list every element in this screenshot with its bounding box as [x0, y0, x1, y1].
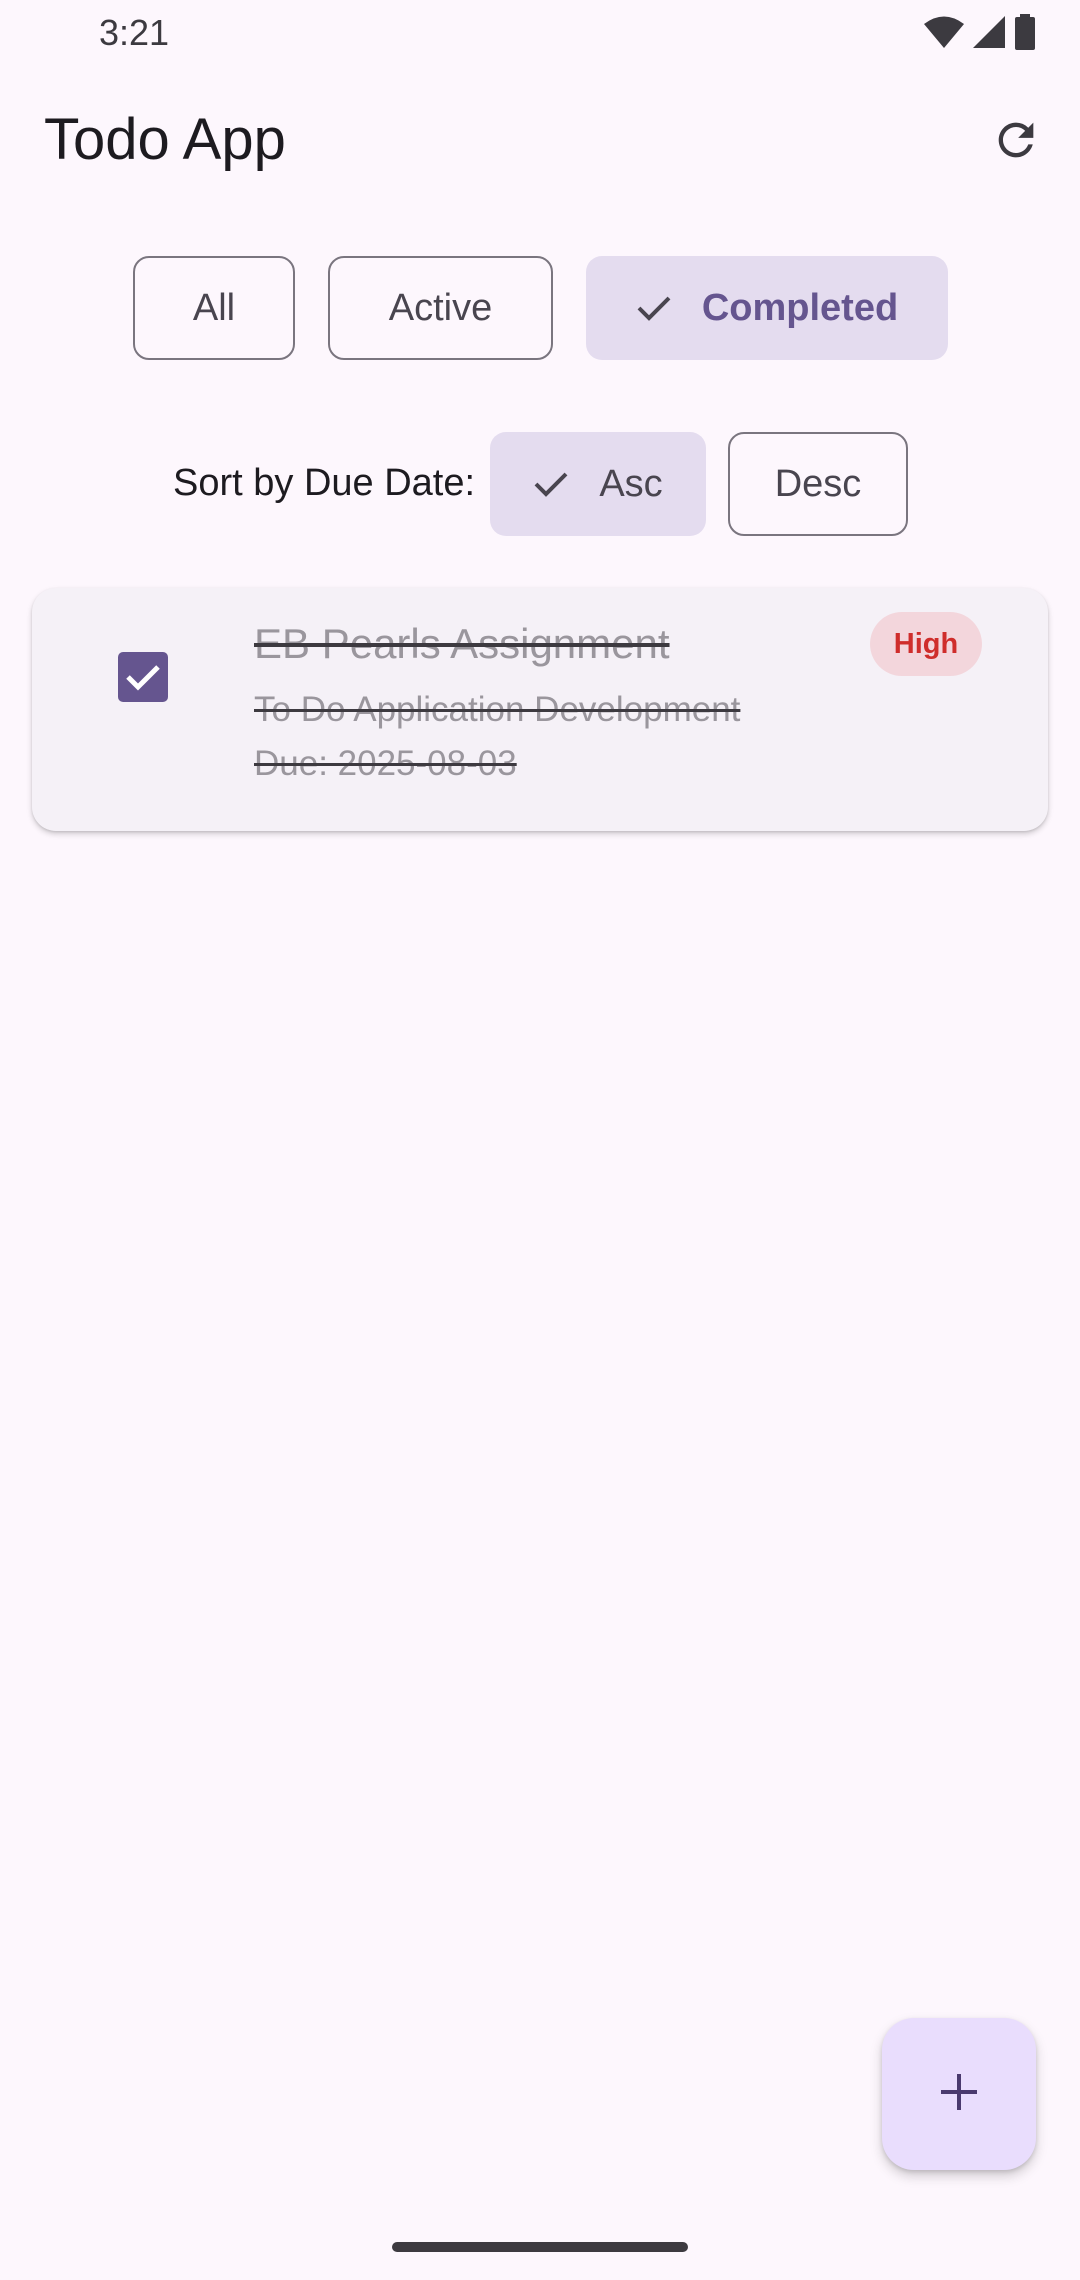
sort-chip-asc-label: Asc — [599, 462, 663, 505]
task-title: EB Pearls Assignment — [254, 620, 670, 667]
sort-chip-desc[interactable]: Desc — [728, 432, 908, 536]
app-bar: Todo App — [0, 90, 1080, 190]
screen: 3:21 Todo App All Active Completed Sort … — [0, 0, 1080, 2280]
priority-badge-label: High — [893, 627, 959, 660]
filter-chip-all[interactable]: All — [133, 256, 295, 360]
filter-chip-completed[interactable]: Completed — [586, 256, 948, 360]
filter-chip-active[interactable]: Active — [328, 256, 553, 360]
task-due-date: Due: 2025-08-03 — [254, 744, 517, 783]
task-description: To Do Application Development — [254, 690, 741, 729]
home-indicator[interactable] — [392, 2242, 688, 2252]
sort-chip-asc[interactable]: Asc — [490, 432, 706, 536]
battery-icon — [1014, 14, 1036, 55]
status-icons — [924, 14, 1036, 55]
filter-chip-completed-label: Completed — [701, 286, 899, 329]
sort-chip-desc-label: Desc — [774, 462, 862, 505]
status-time: 3:21 — [99, 12, 170, 53]
check-icon — [636, 294, 672, 322]
add-task-button[interactable] — [882, 2018, 1036, 2170]
filter-chip-active-label: Active — [388, 286, 493, 329]
priority-badge: High — [870, 612, 982, 676]
page-title: Todo App — [44, 107, 286, 172]
plus-icon — [937, 2070, 981, 2119]
cellular-signal-icon — [972, 15, 1006, 54]
check-icon — [533, 470, 569, 498]
task-card[interactable]: EB Pearls Assignment To Do Application D… — [32, 588, 1048, 831]
refresh-icon — [990, 114, 1042, 171]
wifi-icon — [924, 15, 964, 54]
task-completed-checkbox[interactable] — [118, 652, 168, 702]
refresh-button[interactable] — [984, 110, 1048, 174]
filter-chip-all-label: All — [192, 286, 236, 329]
status-bar: 3:21 — [0, 0, 1080, 66]
sort-label: Sort by Due Date: — [173, 462, 476, 504]
